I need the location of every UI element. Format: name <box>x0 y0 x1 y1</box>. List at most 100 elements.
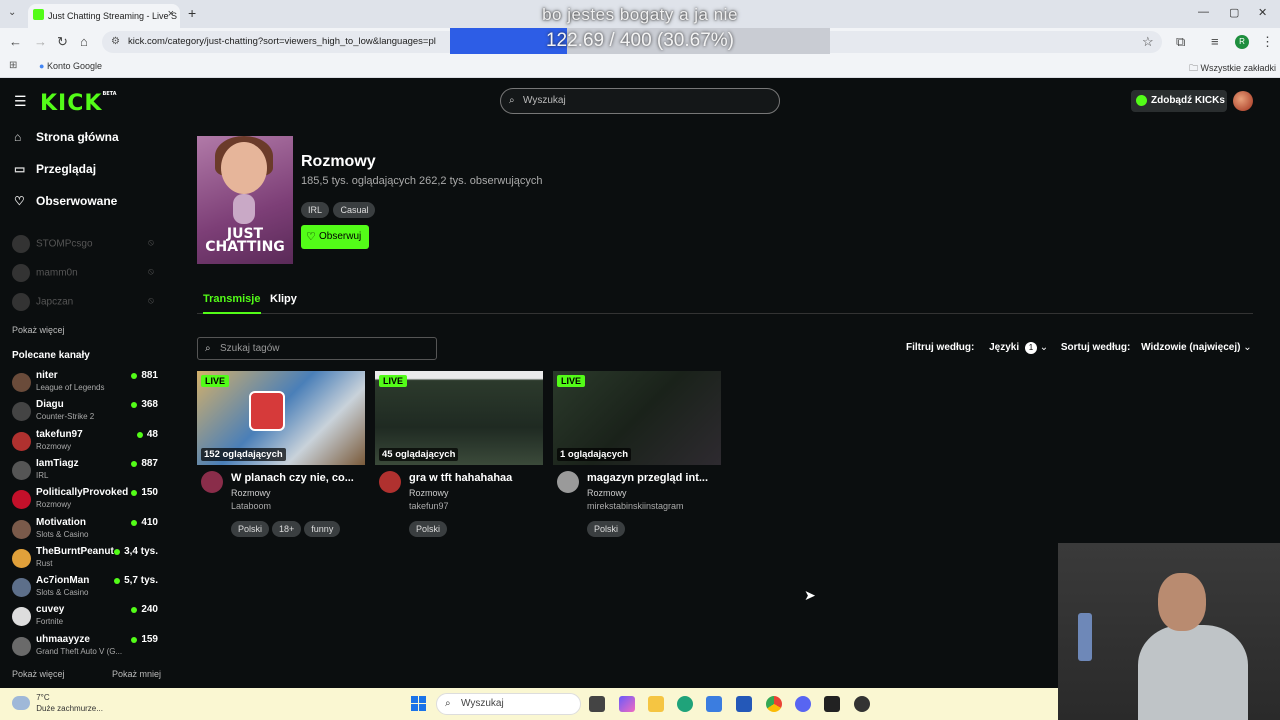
site-info-icon[interactable]: ⚙ <box>111 31 120 53</box>
stream-card[interactable]: LIVE 152 oglądających W planach czy nie,… <box>197 371 365 537</box>
sort-dropdown[interactable]: Widzowie (najwięcej) ⌄ <box>1141 342 1252 353</box>
category-tag[interactable]: IRL <box>301 202 330 218</box>
new-tab-icon[interactable]: + <box>188 5 196 21</box>
recommended-channel[interactable]: PoliticallyProvoked Rozmowy 150 <box>12 487 162 515</box>
kick-logo[interactable]: KICKBETA <box>40 91 117 116</box>
stream-thumbnail[interactable]: LIVE 152 oglądających <box>197 371 365 465</box>
followed-channel-offline[interactable]: STOMPcsgo <box>12 235 93 253</box>
streamer-avatar[interactable] <box>557 471 579 493</box>
category-tag[interactable]: Casual <box>333 202 376 218</box>
apps-grid-icon[interactable]: ⊞ <box>9 60 17 71</box>
followed-channel-offline[interactable]: Japczan <box>12 293 73 311</box>
close-window-icon[interactable]: ✕ <box>1258 6 1267 19</box>
sidebar-item-label: Przeglądaj <box>36 162 97 176</box>
live-badge: LIVE <box>557 375 586 387</box>
chevron-down-icon: ⌄ <box>1039 342 1049 353</box>
show-more-recommended-link[interactable]: Pokaż więcej <box>12 669 65 679</box>
get-kicks-button[interactable]: Zdobądź KICKs <box>1131 90 1227 112</box>
bookmark-google-account[interactable]: ● Konto Google <box>39 61 102 71</box>
live-dot-icon <box>131 520 137 526</box>
url-text: kick.com/category/just-chatting?sort=vie… <box>128 36 436 47</box>
sidebar-item-following[interactable]: ♡ Obserwowane <box>14 194 117 208</box>
stream-tag[interactable]: Polski <box>409 521 448 537</box>
stream-tag[interactable]: funny <box>304 521 341 537</box>
store-icon[interactable] <box>736 696 752 712</box>
hamburger-menu-icon[interactable]: ☰ <box>14 93 27 110</box>
weather-widget[interactable]: 7°C Duże zachmurze... <box>12 692 103 714</box>
search-placeholder: Wyszukaj <box>523 95 566 106</box>
recommended-channel[interactable]: Diagu Counter-Strike 2 368 <box>12 399 162 427</box>
recommended-channel[interactable]: niter League of Legends 881 <box>12 370 162 398</box>
tab-clips[interactable]: Klipy <box>270 293 297 305</box>
followed-channel-offline[interactable]: mamm0n <box>12 264 78 282</box>
stream-category[interactable]: Rozmowy <box>587 488 627 498</box>
avatar <box>12 637 31 656</box>
recommended-channel[interactable]: Motivation Slots & Casino 410 <box>12 517 162 545</box>
languages-dropdown[interactable]: Języki 1 ⌄ <box>989 342 1051 354</box>
tab-streams[interactable]: Transmisje <box>203 293 260 305</box>
tag-search-input[interactable]: ⌕ Szukaj tagów <box>197 337 437 360</box>
follow-button[interactable]: ♡ Obserwuj <box>301 225 369 249</box>
recommended-channel[interactable]: TheBurntPeanut Rust 3,4 tys. <box>12 546 162 574</box>
copilot-icon[interactable] <box>619 696 635 712</box>
discord-icon[interactable] <box>795 696 811 712</box>
stream-title[interactable]: magazyn przegląd int... <box>587 472 721 484</box>
user-avatar[interactable] <box>1233 91 1253 111</box>
start-icon[interactable] <box>411 696 427 712</box>
streamer-avatar[interactable] <box>201 471 223 493</box>
maximize-icon[interactable]: ▢ <box>1229 6 1239 19</box>
channel-name: PoliticallyProvoked <box>36 487 129 498</box>
streamer-name[interactable]: mirekstabinskiinstagram <box>587 501 684 511</box>
mail-icon[interactable] <box>706 696 722 712</box>
reload-icon[interactable]: ↻ <box>57 34 68 50</box>
menu-dots-icon[interactable]: ⋮ <box>1261 34 1274 50</box>
stream-thumbnail[interactable]: LIVE 1 oglądających <box>553 371 721 465</box>
all-bookmarks-link[interactable]: 🗀 Wszystkie zakładki <box>1189 61 1276 77</box>
back-icon[interactable]: ← <box>9 34 22 49</box>
category-tabs: Transmisje Klipy <box>197 292 1253 314</box>
file-explorer-icon[interactable] <box>648 696 664 712</box>
heart-icon: ♡ <box>14 194 25 208</box>
extensions-icon[interactable]: ⧉ <box>1176 34 1185 50</box>
stream-category[interactable]: Rozmowy <box>231 488 271 498</box>
show-less-link[interactable]: Pokaż mniej <box>112 669 161 679</box>
obs-icon[interactable] <box>854 696 870 712</box>
stream-thumbnail[interactable]: LIVE 45 oglądających <box>375 371 543 465</box>
sidebar-item-home[interactable]: ⌂ Strona główna <box>14 130 119 144</box>
forward-icon[interactable]: → <box>34 34 47 49</box>
stream-card[interactable]: LIVE 45 oglądających gra w tft hahahahaa… <box>375 371 543 537</box>
recommended-channel[interactable]: IamTiagz IRL 887 <box>12 458 162 486</box>
search-input[interactable]: ⌕ Wyszukaj <box>500 88 780 114</box>
stream-title[interactable]: W planach czy nie, co... <box>231 472 365 484</box>
stream-tag[interactable]: 18+ <box>272 521 302 537</box>
taskbar-search[interactable]: ⌕ Wyszukaj <box>436 693 581 715</box>
task-view-icon[interactable] <box>589 696 605 712</box>
channel-name: Diagu <box>36 399 64 410</box>
app-icon[interactable] <box>824 696 840 712</box>
tab-list-icon[interactable]: ⌄ <box>8 7 16 18</box>
streamer-name[interactable]: Lataboom <box>231 501 271 511</box>
browser-tab[interactable]: Just Chatting Streaming - Live S × <box>28 4 180 28</box>
chrome-icon[interactable] <box>766 696 782 712</box>
edge-icon[interactable] <box>677 696 693 712</box>
sidebar-item-browse[interactable]: ▭ Przeglądaj <box>14 162 96 176</box>
recommended-channel[interactable]: Ac7ionMan Slots & Casino 5,7 tys. <box>12 575 162 603</box>
stream-tag[interactable]: Polski <box>587 521 626 537</box>
home-icon[interactable]: ⌂ <box>80 34 88 49</box>
bookmark-star-icon[interactable]: ☆ <box>1142 34 1154 50</box>
streamer-name[interactable]: takefun97 <box>409 501 449 511</box>
streamer-avatar[interactable] <box>379 471 401 493</box>
recommended-channel[interactable]: takefun97 Rozmowy 48 <box>12 429 162 457</box>
profile-avatar[interactable]: R <box>1235 35 1249 49</box>
show-more-following-link[interactable]: Pokaż więcej <box>12 325 65 335</box>
recommended-channel[interactable]: uhmaayyze Grand Theft Auto V (G... 159 <box>12 634 162 662</box>
stream-tag[interactable]: Polski <box>231 521 270 537</box>
stream-category[interactable]: Rozmowy <box>409 488 449 498</box>
recommended-channel[interactable]: cuvey Fortnite 240 <box>12 604 162 632</box>
stream-title[interactable]: gra w tft hahahahaa <box>409 472 543 484</box>
channel-name: niter <box>36 370 58 381</box>
stream-card[interactable]: LIVE 1 oglądających magazyn przegląd int… <box>553 371 721 537</box>
close-tab-icon[interactable]: × <box>168 8 174 20</box>
media-icon[interactable]: ≡ <box>1211 34 1219 49</box>
minimize-icon[interactable]: — <box>1198 6 1209 18</box>
